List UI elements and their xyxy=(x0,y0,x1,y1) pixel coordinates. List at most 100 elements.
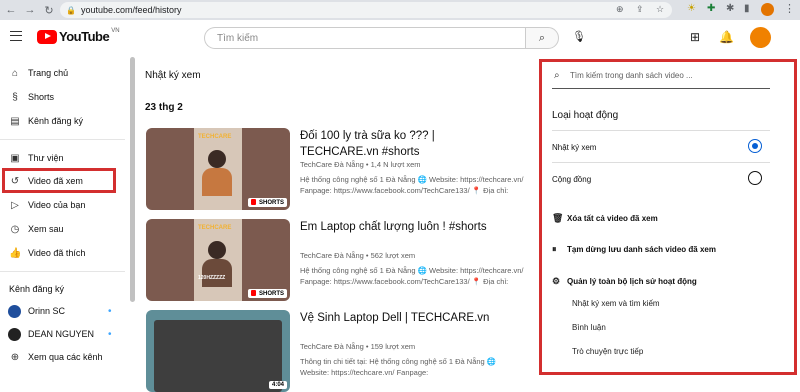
share-icon[interactable]: ⇪ xyxy=(636,4,644,15)
browser-menu-icon[interactable]: ⋮ xyxy=(784,2,795,15)
sidebar-divider xyxy=(0,139,125,140)
view-count: 562 lượt xem xyxy=(370,251,416,260)
video-title[interactable]: Đối 100 ly trà sữa ko ??? | TECHCARE.vn … xyxy=(300,128,510,160)
thumbnail-body xyxy=(202,168,232,196)
history-search-input[interactable]: ⌕ Tìm kiếm trong danh sách video ... xyxy=(552,65,770,89)
logo-region: VN xyxy=(111,27,120,34)
channel-item-orinn[interactable]: Orinn SC • xyxy=(0,300,120,322)
extensions-puzzle-icon[interactable]: ✱ xyxy=(726,3,734,14)
your-videos-icon: ▷ xyxy=(11,199,19,211)
sidebar-item-subscriptions[interactable]: ▤ Kênh đăng ký xyxy=(0,110,120,132)
back-icon[interactable]: ← xyxy=(3,4,19,16)
create-video-icon[interactable]: ⊞ xyxy=(690,30,700,44)
sidebar-item-your-videos[interactable]: ▷ Video của bạn xyxy=(0,194,120,216)
sidebar-item-label: Kênh đăng ký xyxy=(28,116,84,126)
thumbnail-person xyxy=(208,150,226,168)
channel-item-dean-nguyen[interactable]: DEAN NGUYEN • xyxy=(0,323,120,345)
clear-history-button[interactable]: 🗑 Xóa tất cả video đã xem xyxy=(552,213,658,224)
sidebar-item-library[interactable]: ▣ Thư viện xyxy=(0,147,120,169)
action-label: Xóa tất cả video đã xem xyxy=(567,214,658,223)
thumbnail-body xyxy=(202,259,232,287)
youtube-play-icon xyxy=(37,29,57,44)
address-bar[interactable]: 🔒 youtube.com/feed/history ⊕ ⇪ ☆ xyxy=(60,2,672,18)
sidebar-item-label: Shorts xyxy=(28,92,55,102)
sidebar-scrollbar[interactable] xyxy=(130,57,135,302)
video-meta: TechCare Đà Nẵng • 562 lượt xem xyxy=(300,251,416,260)
sidebar-item-watch-later[interactable]: ◷ Xem sau xyxy=(0,218,120,240)
extension-icon[interactable]: ☀ xyxy=(687,3,696,14)
radio-community[interactable] xyxy=(748,171,762,185)
browser-profile-avatar[interactable] xyxy=(761,3,774,16)
radio-watch-history[interactable] xyxy=(748,139,762,153)
youtube-logo[interactable]: YouTube VN xyxy=(37,27,120,44)
sidebar-item-label: Xem sau xyxy=(28,224,64,234)
thumbnail-overlay-text: 120HZZZZZ xyxy=(198,275,226,281)
video-description: Thông tin chi tiết tại: Hệ thống công ng… xyxy=(300,357,497,377)
view-count: 159 lượt xem xyxy=(370,342,416,351)
bookmark-star-icon[interactable]: ☆ xyxy=(656,4,664,15)
sidebar-item-shorts[interactable]: § Shorts xyxy=(0,86,120,108)
sidebar-item-label: Video của bạn xyxy=(28,200,86,210)
video-title[interactable]: Em Laptop chất lượng luôn ! #shorts xyxy=(300,219,510,235)
channel-avatar xyxy=(8,304,21,318)
subscriptions-title: Kênh đăng ký xyxy=(9,284,65,294)
thumbs-up-icon: 👍 xyxy=(9,247,22,259)
channel-name[interactable]: TechCare Đà Nẵng xyxy=(300,251,364,260)
reload-icon[interactable]: ↻ xyxy=(41,4,57,17)
browse-channels-item[interactable]: ⊕ Xem qua các kênh xyxy=(0,346,120,368)
channel-name[interactable]: TechCare Đà Nẵng xyxy=(300,160,364,169)
page-title: Nhật ký xem xyxy=(145,70,201,81)
shorts-badge: SHORTS xyxy=(247,289,287,298)
search-button[interactable]: ⌕ xyxy=(525,27,559,49)
video-thumbnail[interactable]: TECHCARE 120HZZZZZ SHORTS xyxy=(146,219,290,301)
view-count: 1,4 N lượt xem xyxy=(370,160,421,169)
sidebar-divider xyxy=(0,271,125,272)
link-comments[interactable]: Bình luận xyxy=(572,323,606,332)
add-circle-icon: ⊕ xyxy=(10,351,20,363)
menu-icon[interactable] xyxy=(10,31,22,41)
notifications-bell-icon[interactable]: 🔔 xyxy=(719,30,734,44)
clock-icon: ◷ xyxy=(10,223,20,235)
channel-name[interactable]: TechCare Đà Nẵng xyxy=(300,342,364,351)
account-avatar[interactable] xyxy=(750,27,771,48)
lock-icon: 🔒 xyxy=(66,5,76,15)
link-live-chat[interactable]: Trò chuyện trực tiếp xyxy=(572,347,643,356)
forward-icon[interactable]: → xyxy=(22,4,38,16)
microphone-icon[interactable]: 🎙 xyxy=(572,30,586,43)
video-description: Hệ thống công nghệ số 1 Đà Nẵng 🌐 Websit… xyxy=(300,175,524,195)
highlight-box-history xyxy=(2,168,116,193)
zoom-icon[interactable]: ⊕ xyxy=(616,4,624,15)
shorts-badge: SHORTS xyxy=(247,198,287,207)
link-watch-search-history[interactable]: Nhật ký xem và tìm kiếm xyxy=(572,299,660,308)
video-thumbnail[interactable]: 4:04 xyxy=(146,310,290,392)
new-content-dot: • xyxy=(108,328,112,340)
pause-history-button[interactable]: ⏸ Tạm dừng lưu danh sách video đã xem xyxy=(552,244,716,255)
video-meta: TechCare Đà Nẵng • 159 lượt xem xyxy=(300,342,416,351)
subscriptions-heading: Kênh đăng ký xyxy=(0,278,120,300)
sidebar-item-liked-videos[interactable]: 👍 Video đã thích xyxy=(0,242,120,264)
video-meta: TechCare Đà Nẵng • 1,4 N lượt xem xyxy=(300,160,421,169)
option-community-label[interactable]: Cộng đồng xyxy=(552,175,591,184)
pause-icon: ⏸ xyxy=(552,244,557,254)
panel-divider xyxy=(552,162,770,163)
history-search-placeholder: Tìm kiếm trong danh sách video ... xyxy=(570,71,693,80)
action-label: Tạm dừng lưu danh sách video đã xem xyxy=(567,245,716,254)
channel-name: Orinn SC xyxy=(28,306,66,316)
new-content-dot: • xyxy=(108,305,112,317)
logo-text: YouTube xyxy=(59,29,110,44)
video-thumbnail[interactable]: TECHCARE SHORTS xyxy=(146,128,290,210)
sidebar-item-label: Video đã thích xyxy=(28,248,86,258)
activity-type-label: Loại hoạt động xyxy=(552,110,619,121)
panel-divider xyxy=(552,130,770,131)
extension-green-icon[interactable]: ✚ xyxy=(707,3,715,14)
thumbnail-laptop xyxy=(154,320,282,392)
sidebar-item-home[interactable]: ⌂ Trang chủ xyxy=(0,62,120,84)
sidebar-item-label: Xem qua các kênh xyxy=(28,352,103,362)
manage-activity-button[interactable]: ⚙ Quản lý toàn bộ lịch sử hoạt động xyxy=(552,276,697,287)
search-input[interactable]: Tìm kiếm xyxy=(204,27,525,49)
video-title[interactable]: Vệ Sinh Laptop Dell | TECHCARE.vn xyxy=(300,310,510,326)
side-panel-icon[interactable]: ▮ xyxy=(744,3,750,14)
sidebar-item-label: Thư viện xyxy=(28,153,64,163)
thumbnail-person xyxy=(208,241,226,259)
option-watch-history-label[interactable]: Nhật ký xem xyxy=(552,143,596,152)
